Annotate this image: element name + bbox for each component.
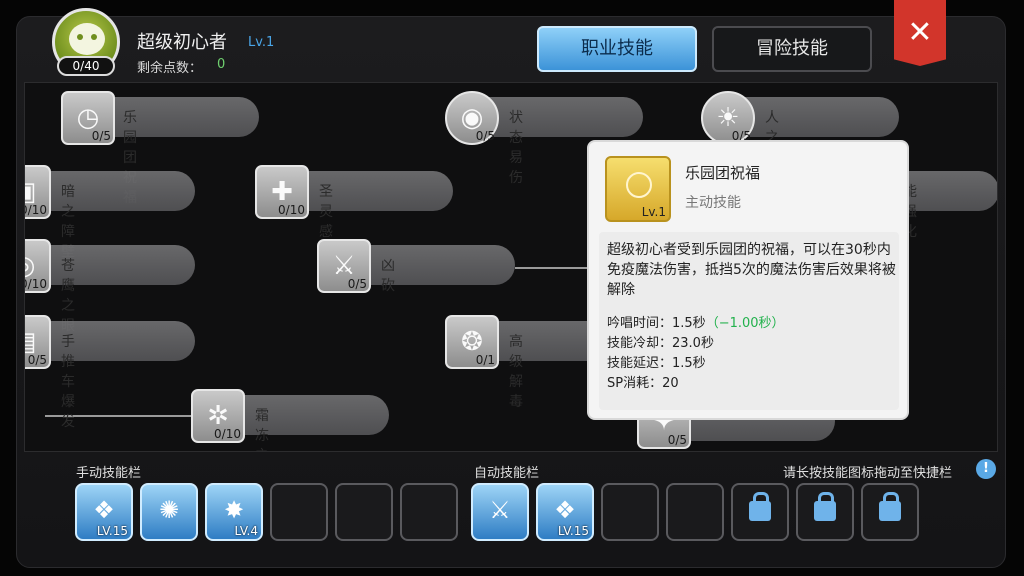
sword-burst-icon: ⚔ — [489, 496, 511, 524]
close-button[interactable]: ✕ — [894, 0, 946, 66]
sp-cost: SP消耗：20 — [607, 376, 679, 391]
cart-icon: ▤0/5 — [25, 315, 51, 369]
auto-slot-locked[interactable] — [731, 483, 789, 541]
auto-slot[interactable]: ❖ LV.15 — [536, 483, 594, 541]
tree-link — [515, 267, 595, 269]
heal-blue-icon: ✺ — [158, 496, 180, 524]
avatar-counter: 0/40 — [57, 56, 115, 76]
skill-name: 高级解毒 — [509, 334, 523, 410]
auto-slot-locked[interactable] — [796, 483, 854, 541]
tab-job-skills[interactable]: 职业技能 — [537, 26, 697, 72]
skill-name: 凶砍 — [381, 258, 395, 294]
cast-time-bonus: （−1.00秒） — [705, 316, 785, 331]
auto-slot-locked[interactable] — [861, 483, 919, 541]
lock-icon — [879, 492, 901, 521]
cooldown: 技能冷却：23.0秒 — [607, 336, 714, 351]
manual-slot-empty[interactable] — [335, 483, 393, 541]
auto-slot[interactable]: ⚔ — [471, 483, 529, 541]
skill-tooltip: Lv.1 乐园团祝福 主动技能 超级初心者受到乐园团的祝福，可以在30秒内免疫魔… — [587, 140, 909, 420]
tab-adventure-skills[interactable]: 冒险技能 — [712, 26, 872, 72]
clock-icon: ◷ 0/5 — [61, 91, 115, 145]
lightbulb-icon: ☀ 0/5 — [701, 91, 755, 145]
sword-plus-icon: ⚔ 0/5 — [317, 239, 371, 293]
drag-hint: 请长按技能图标拖动至快捷栏 — [783, 466, 953, 481]
manual-slot[interactable]: ✺ — [140, 483, 198, 541]
tooltip-description: 超级初心者受到乐园团的祝福，可以在30秒内免疫魔法伤害，抵挡5次的魔法伤害后效果… — [607, 242, 896, 298]
cast-time: 吟唱时间：1.5秒（−1.00秒） — [607, 316, 785, 331]
clock-icon: Lv.1 — [605, 156, 671, 222]
skill-name: 状态易伤 — [509, 110, 523, 186]
manual-slot-empty[interactable] — [400, 483, 458, 541]
auto-bar-label: 自动技能栏 — [474, 466, 540, 481]
skill-name: 霜冻之术 — [255, 408, 269, 451]
tooltip-skill-type: 主动技能 — [685, 195, 741, 211]
manual-slot-empty[interactable] — [270, 483, 328, 541]
cast-delay: 技能延迟：1.5秒 — [607, 356, 706, 371]
eagle-eye-icon: ◎0/10 — [25, 239, 51, 293]
poring-face-icon — [69, 23, 105, 55]
manual-slot[interactable]: ✸ LV.4 — [205, 483, 263, 541]
close-icon: ✕ — [907, 15, 933, 50]
auto-slot-empty[interactable] — [666, 483, 724, 541]
class-name: 超级初心者 — [137, 32, 227, 53]
eye-icon: ◉ 0/5 — [445, 91, 499, 145]
frost-icon: ✲ 0/10 — [191, 389, 245, 443]
skill-points-value: 0 — [217, 57, 226, 72]
shield-icon: ▣0/10 — [25, 165, 51, 219]
cross-light-icon: ✚ 0/10 — [255, 165, 309, 219]
skill-points-label: 剩余点数： — [137, 61, 203, 76]
lock-icon — [749, 492, 771, 521]
class-level: Lv.1 — [248, 35, 275, 50]
lock-icon — [814, 492, 836, 521]
manual-bar-label: 手动技能栏 — [76, 466, 142, 481]
detox-icon: ❂ 0/1 — [445, 315, 499, 369]
info-icon[interactable]: ! — [976, 459, 996, 479]
tooltip-body: 超级初心者受到乐园团的祝福，可以在30秒内免疫魔法伤害，抵挡5次的魔法伤害后效果… — [599, 232, 899, 410]
auto-slot-empty[interactable] — [601, 483, 659, 541]
tooltip-skill-name: 乐园团祝福 — [685, 164, 761, 182]
skill-name: 手推车爆发 — [61, 334, 75, 430]
manual-slot[interactable]: ❖ LV.15 — [75, 483, 133, 541]
